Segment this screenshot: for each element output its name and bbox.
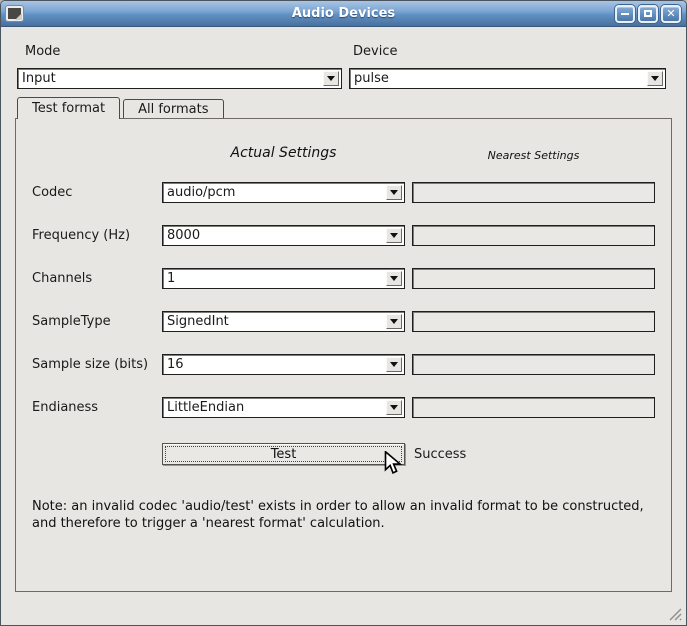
mode-combobox[interactable]: Input — [17, 68, 342, 89]
triangle-glyph — [390, 276, 398, 281]
mode-value: Input — [22, 69, 319, 88]
combo-value: 1 — [167, 269, 382, 288]
combo-value: SignedInt — [167, 312, 382, 331]
chevron-down-icon[interactable] — [386, 400, 402, 415]
row-combobox[interactable]: 1 — [162, 268, 405, 289]
triangle-glyph — [390, 405, 398, 410]
audio-devices-window: Audio Devices ✕ Mode Device Input pulse … — [0, 0, 687, 626]
device-label: Device — [353, 44, 397, 59]
row-combobox[interactable]: audio/pcm — [162, 182, 405, 203]
row-label: SampleType — [32, 314, 162, 329]
titlebar-buttons: ✕ — [615, 5, 681, 23]
maximize-icon — [644, 10, 652, 17]
combo-value: 8000 — [167, 226, 382, 245]
triangle-glyph — [390, 190, 398, 195]
actual-settings-header: Actual Settings — [162, 145, 405, 161]
row-label: Channels — [32, 271, 162, 286]
device-combobox[interactable]: pulse — [349, 68, 666, 89]
titlebar[interactable]: Audio Devices ✕ — [1, 1, 686, 27]
row-label: Sample size (bits) — [32, 357, 162, 372]
triangle-glyph — [651, 76, 659, 81]
chevron-down-icon[interactable] — [386, 357, 402, 372]
format-row: SampleType SignedInt — [16, 311, 671, 332]
format-row: Frequency (Hz) 8000 — [16, 225, 671, 246]
nearest-field — [412, 268, 655, 289]
row-combobox[interactable]: SignedInt — [162, 311, 405, 332]
tab-test-format[interactable]: Test format — [17, 97, 120, 119]
combo-value: 16 — [167, 355, 382, 374]
nearest-field — [412, 397, 655, 418]
close-icon: ✕ — [666, 8, 675, 19]
row-combobox[interactable]: 16 — [162, 354, 405, 375]
row-label: Codec — [32, 185, 162, 200]
triangle-glyph — [390, 362, 398, 367]
test-row: Test Success — [16, 443, 671, 465]
chevron-down-icon[interactable] — [386, 185, 402, 200]
nearest-settings-header: Nearest Settings — [412, 149, 655, 162]
nearest-field — [412, 182, 655, 203]
tab-bar: Test format All formats — [17, 97, 227, 118]
row-label: Endianess — [32, 400, 162, 415]
minimize-button[interactable] — [615, 5, 635, 23]
note-text: Note: an invalid codec 'audio/test' exis… — [32, 498, 664, 532]
nearest-field — [412, 311, 655, 332]
triangle-glyph — [327, 76, 335, 81]
close-button[interactable]: ✕ — [661, 5, 681, 23]
format-row: Sample size (bits) 16 — [16, 354, 671, 375]
nearest-field — [412, 225, 655, 246]
device-value: pulse — [354, 69, 643, 88]
row-combobox[interactable]: 8000 — [162, 225, 405, 246]
nearest-field — [412, 354, 655, 375]
maximize-button[interactable] — [638, 5, 658, 23]
window-title: Audio Devices — [1, 6, 686, 21]
format-row: Endianess LittleEndian — [16, 397, 671, 418]
row-combobox[interactable]: LittleEndian — [162, 397, 405, 418]
combo-value: audio/pcm — [167, 183, 382, 202]
window-menu-icon[interactable] — [6, 6, 23, 21]
chevron-down-icon[interactable] — [386, 271, 402, 286]
format-row: Codec audio/pcm — [16, 182, 671, 203]
triangle-glyph — [390, 319, 398, 324]
triangle-glyph — [390, 233, 398, 238]
tab-all-formats[interactable]: All formats — [123, 99, 223, 118]
mode-label: Mode — [25, 44, 60, 59]
test-format-pane: Actual Settings Nearest Settings Codec a… — [15, 118, 672, 592]
chevron-down-icon[interactable] — [323, 71, 339, 86]
chevron-down-icon[interactable] — [647, 71, 663, 86]
test-button[interactable]: Test — [162, 443, 405, 465]
chevron-down-icon[interactable] — [386, 228, 402, 243]
format-row: Channels 1 — [16, 268, 671, 289]
chevron-down-icon[interactable] — [386, 314, 402, 329]
minimize-icon — [621, 13, 629, 15]
combo-value: LittleEndian — [167, 398, 382, 417]
rows-container: Codec audio/pcm Frequency (Hz) 8000 Chan… — [16, 182, 671, 440]
test-status-label: Success — [414, 447, 466, 462]
row-label: Frequency (Hz) — [32, 228, 162, 243]
resize-grip[interactable] — [668, 607, 682, 621]
